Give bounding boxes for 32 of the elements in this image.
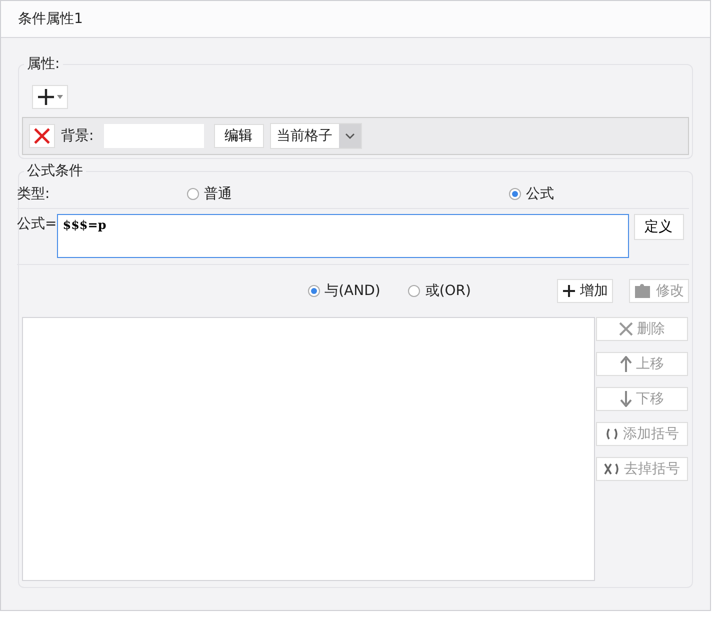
add-button[interactable]: 增加 [557,279,613,303]
plus-icon [37,88,55,106]
scope-dropdown[interactable]: 当前格子 [270,123,362,149]
close-icon [619,322,633,336]
formula-input[interactable]: $$$=p [56,214,629,258]
remove-brackets-icon [604,462,620,476]
radio-label[interactable]: 公式 [526,185,554,203]
radio-button[interactable] [509,188,521,200]
define-button[interactable]: 定义 [634,214,684,240]
type-label: 类型: [17,185,51,203]
radio-button[interactable] [408,285,420,297]
radio-button[interactable] [187,188,199,200]
brackets-icon [605,427,619,441]
puzzle-icon [634,283,652,299]
arrow-down-icon [620,391,632,407]
window-title: 条件属性1 [18,10,83,28]
radio-label[interactable]: 或(OR) [425,282,471,300]
radio-label[interactable]: 与(AND) [324,282,380,300]
section-legend: 公式条件 [24,162,86,180]
edit-button[interactable]: 编辑 [214,124,264,148]
arrow-up-icon [620,356,632,372]
caret-icon [57,95,63,99]
section-legend: 属性: [24,55,63,73]
add-dropdown-button[interactable] [32,85,68,109]
close-icon [34,128,50,144]
radio-label[interactable]: 普通 [204,185,232,203]
remove-button[interactable] [29,124,55,148]
background-label: 背景: [61,127,94,145]
radio-button[interactable] [308,285,320,297]
formula-label: 公式= [17,215,57,233]
chevron-down-icon [344,133,355,139]
plus-icon [562,284,576,298]
